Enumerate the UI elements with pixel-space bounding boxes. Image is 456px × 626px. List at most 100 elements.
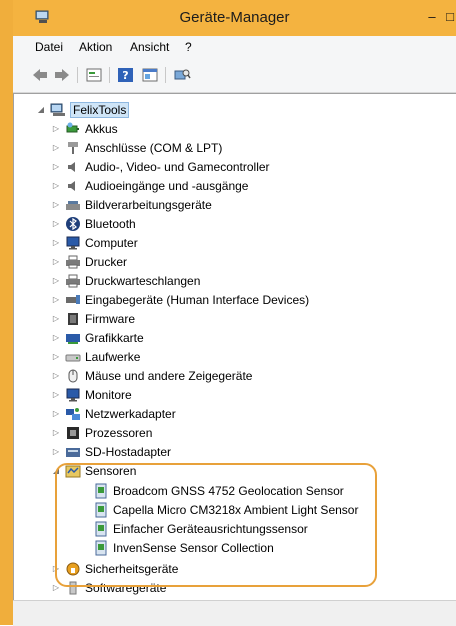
expand-arrow-icon[interactable]: ▷: [51, 314, 61, 323]
forward-icon[interactable]: [53, 67, 71, 83]
expand-arrow-icon[interactable]: ▷: [51, 143, 61, 152]
tree-item-akkus[interactable]: ▷ Akkus: [51, 119, 118, 138]
properties-icon[interactable]: [85, 67, 103, 83]
tree-item-audioeingaenge[interactable]: ▷ Audioeingänge und -ausgänge: [51, 176, 249, 195]
tree-item-grafikkarte[interactable]: ▷ Grafikkarte: [51, 328, 144, 347]
expand-arrow-icon[interactable]: ▷: [51, 181, 61, 190]
tree-item-label: Laufwerke: [85, 349, 141, 364]
sensor-highlight-annotation: [55, 463, 377, 587]
toolbar-separator: [165, 67, 166, 83]
tree-item-sd-hostadapter[interactable]: ▷ SD-Hostadapter: [51, 442, 171, 461]
tree-item-prozessoren[interactable]: ▷ Prozessoren: [51, 423, 152, 442]
drive-icon: [65, 354, 81, 361]
tree-item-label: Eingabegeräte (Human Interface Devices): [85, 292, 310, 307]
window-title: Geräte-Manager: [179, 9, 290, 26]
tree-item-label: Prozessoren: [85, 425, 153, 440]
menu-aktion[interactable]: Aktion: [79, 40, 112, 54]
battery-icon: [66, 122, 79, 132]
tree-item-label: Audio-, Video- und Gamecontroller: [85, 159, 270, 174]
expand-arrow-icon[interactable]: ▷: [51, 295, 61, 304]
expand-arrow-icon[interactable]: ▷: [51, 428, 61, 437]
cpu-icon: [67, 426, 79, 439]
tree-item-bildverarbeitung[interactable]: ▷ Bildverarbeitungsgeräte: [51, 195, 212, 214]
speaker-icon: [68, 180, 75, 191]
hid-icon: [66, 294, 80, 304]
expand-arrow-icon[interactable]: ▷: [51, 371, 61, 380]
mouse-icon: [68, 369, 78, 382]
printer-icon: [66, 255, 80, 268]
toolbar-separator: [109, 67, 110, 83]
tree-item-label: Druckwarteschlangen: [85, 273, 201, 288]
expand-arrow-icon[interactable]: ▷: [51, 390, 61, 399]
show-hidden-icon[interactable]: [141, 67, 159, 83]
root-label: FelixTools: [70, 101, 130, 118]
speaker-icon: [68, 161, 75, 172]
tree-item-laufwerke[interactable]: ▷ Laufwerke: [51, 347, 140, 366]
tree-item-monitore[interactable]: ▷ Monitore: [51, 385, 132, 404]
title-bar[interactable]: Geräte-Manager – □: [13, 0, 456, 36]
toolbar: ?: [13, 58, 456, 93]
maximize-button[interactable]: □: [441, 8, 456, 26]
device-manager-window: Geräte-Manager – □ Datei Aktion Ansicht …: [0, 0, 456, 626]
sd-icon: [66, 447, 80, 457]
svg-text:?: ?: [122, 69, 128, 82]
expand-arrow-icon[interactable]: ▷: [51, 333, 61, 342]
tree-item-anschluesse[interactable]: ▷ Anschlüsse (COM & LPT): [51, 138, 222, 157]
expand-arrow-icon[interactable]: ▷: [51, 409, 61, 418]
tree-item-computer[interactable]: ▷ Computer: [51, 233, 138, 252]
monitor-icon: [66, 236, 80, 249]
tree-item-label: SD-Hostadapter: [85, 444, 172, 459]
firmware-icon: [68, 312, 78, 325]
tree-item-label: Firmware: [85, 311, 135, 326]
tree-root[interactable]: ◢ FelixTools: [36, 100, 130, 119]
tree-item-label: Audioeingänge und -ausgänge: [85, 178, 249, 193]
scan-icon[interactable]: [173, 67, 191, 83]
tree-item-label: Akkus: [85, 121, 118, 136]
expand-arrow-icon[interactable]: ▷: [51, 257, 61, 266]
port-icon: [68, 141, 78, 154]
tree-item-label: Anschlüsse (COM & LPT): [85, 140, 223, 155]
tree-item-label: Bluetooth: [85, 216, 136, 231]
tree-item-label: Monitore: [85, 387, 132, 402]
display-adapter-icon: [66, 333, 80, 344]
toolbar-separator: [77, 67, 78, 83]
tree-item-label: Grafikkarte: [85, 330, 144, 345]
menu-help[interactable]: ?: [185, 40, 192, 54]
expand-arrow-icon[interactable]: ▷: [51, 200, 61, 209]
tree-item-eingabegeraete[interactable]: ▷ Eingabegeräte (Human Interface Devices…: [51, 290, 309, 309]
expand-arrow-icon[interactable]: ▷: [51, 276, 61, 285]
tree-item-label: Drucker: [85, 254, 128, 269]
expand-arrow-icon[interactable]: ▷: [51, 447, 61, 456]
tree-item-label: Netzwerkadapter: [85, 406, 176, 421]
menu-ansicht[interactable]: Ansicht: [130, 40, 169, 54]
scanner-icon: [66, 200, 80, 210]
help-icon[interactable]: ?: [117, 67, 135, 83]
tree-item-audio-video[interactable]: ▷ Audio-, Video- und Gamecontroller: [51, 157, 270, 176]
bluetooth-icon: [66, 216, 80, 231]
tree-item-label: Computer: [85, 235, 138, 250]
menu-datei[interactable]: Datei: [35, 40, 63, 54]
expand-arrow-icon[interactable]: ▷: [51, 219, 61, 228]
computer-icon: [50, 103, 65, 116]
status-bar: [13, 600, 456, 626]
tree-item-druckwarteschlangen[interactable]: ▷ Druckwarteschlangen: [51, 271, 200, 290]
menu-bar: Datei Aktion Ansicht ?: [13, 36, 456, 58]
collapse-arrow-icon[interactable]: ◢: [36, 105, 46, 114]
window-border: [0, 0, 13, 625]
tree-item-bluetooth[interactable]: ▷ Bluetooth: [51, 214, 136, 233]
tree-item-label: Mäuse und andere Zeigegeräte: [85, 368, 253, 383]
expand-arrow-icon[interactable]: ▷: [51, 124, 61, 133]
expand-arrow-icon[interactable]: ▷: [51, 238, 61, 247]
network-icon: [66, 407, 80, 420]
expand-arrow-icon[interactable]: ▷: [51, 352, 61, 361]
back-icon[interactable]: [31, 67, 49, 83]
tree-item-netzwerkadapter[interactable]: ▷ Netzwerkadapter: [51, 404, 176, 423]
printer-icon: [66, 274, 80, 287]
tree-item-drucker[interactable]: ▷ Drucker: [51, 252, 127, 271]
expand-arrow-icon[interactable]: ▷: [51, 162, 61, 171]
monitor-icon: [66, 388, 80, 401]
tree-item-maeuse[interactable]: ▷ Mäuse und andere Zeigegeräte: [51, 366, 253, 385]
tree-item-firmware[interactable]: ▷ Firmware: [51, 309, 135, 328]
minimize-button[interactable]: –: [423, 8, 441, 26]
tree-item-label: Bildverarbeitungsgeräte: [85, 197, 212, 212]
